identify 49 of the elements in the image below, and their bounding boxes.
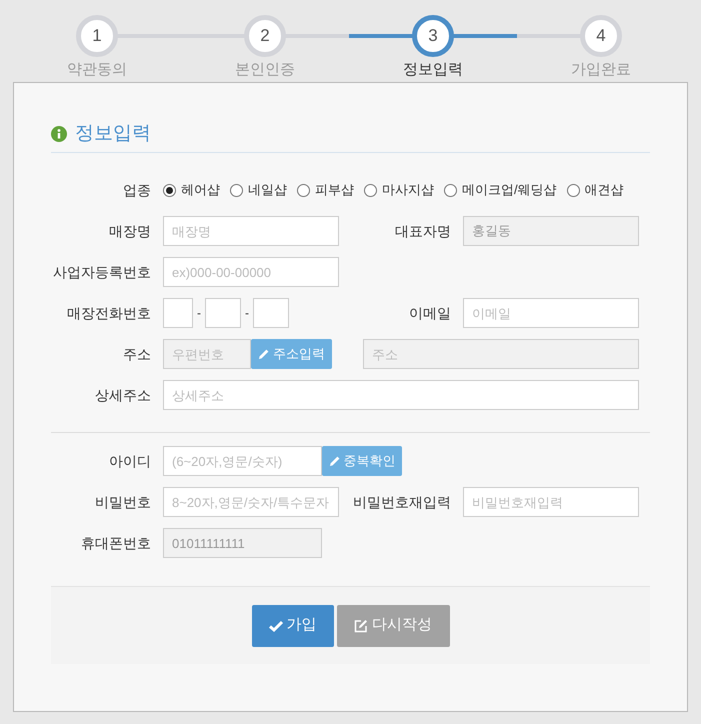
radio-option[interactable]: 피부샵: [297, 180, 354, 200]
input-field[interactable]: 8~20자,영문/숫자/특수문자: [163, 487, 339, 517]
section-title: 정보입력: [75, 122, 151, 146]
step-label: 정보입력: [403, 60, 463, 80]
input-field[interactable]: 상세주소: [163, 380, 639, 410]
field-label: 대표자명: [394, 222, 452, 240]
dash-separator: -: [196, 305, 202, 322]
input-field[interactable]: 이메일: [463, 298, 639, 328]
radio-option[interactable]: 애견샵: [566, 180, 624, 200]
input-field[interactable]: (6~20자,영문/숫자): [163, 446, 322, 476]
field-label: 상세주소: [94, 386, 152, 404]
radio-option[interactable]: 마사지샵: [364, 180, 434, 200]
readonly-field: 홍길동: [463, 216, 639, 246]
pencil-icon: [258, 348, 270, 360]
field-label: 이메일: [408, 304, 452, 322]
field-label: 비밀번호재입력: [352, 492, 452, 512]
field-label: 아이디: [108, 452, 152, 470]
info-icon: [51, 126, 67, 142]
radio-option[interactable]: 헤어샵: [163, 180, 220, 200]
field-label: 사업자등록번호: [52, 262, 152, 282]
step-label: 약관동의: [67, 60, 127, 80]
field-label: 매장전화번호: [66, 304, 152, 322]
input-field[interactable]: [253, 298, 289, 328]
input-field[interactable]: [163, 298, 193, 328]
radio-button[interactable]: [297, 184, 310, 196]
radio-button[interactable]: [364, 184, 377, 196]
radio-button[interactable]: [566, 184, 580, 196]
edit-icon: [354, 618, 368, 632]
field-label: 휴대폰번호: [80, 534, 152, 552]
radio-button[interactable]: [230, 184, 243, 196]
field-label: 주소: [122, 344, 152, 364]
radio-button[interactable]: [163, 184, 176, 196]
dash-separator: -: [244, 305, 250, 322]
radio-option[interactable]: 메이크업/웨딩샵: [444, 180, 557, 200]
readonly-field: 01011111111: [163, 528, 322, 558]
radio-button[interactable]: [444, 184, 457, 196]
input-field[interactable]: ex)000-00-00000: [163, 257, 339, 287]
input-field[interactable]: 매장명: [163, 216, 339, 246]
check-icon: [268, 618, 282, 632]
field-label: 비밀번호: [94, 492, 152, 512]
pencil-icon: [328, 455, 340, 467]
field-label: 업종: [122, 180, 152, 200]
input-field[interactable]: 비밀번호재입력: [463, 487, 639, 517]
radio-option[interactable]: 네일샵: [230, 180, 287, 200]
field-label: 매장명: [108, 222, 152, 240]
submit-button[interactable]: 가입: [252, 604, 334, 646]
input-field[interactable]: [205, 298, 241, 328]
step-label: 가입완료: [571, 60, 631, 80]
step-label: 본인인증: [235, 60, 295, 80]
